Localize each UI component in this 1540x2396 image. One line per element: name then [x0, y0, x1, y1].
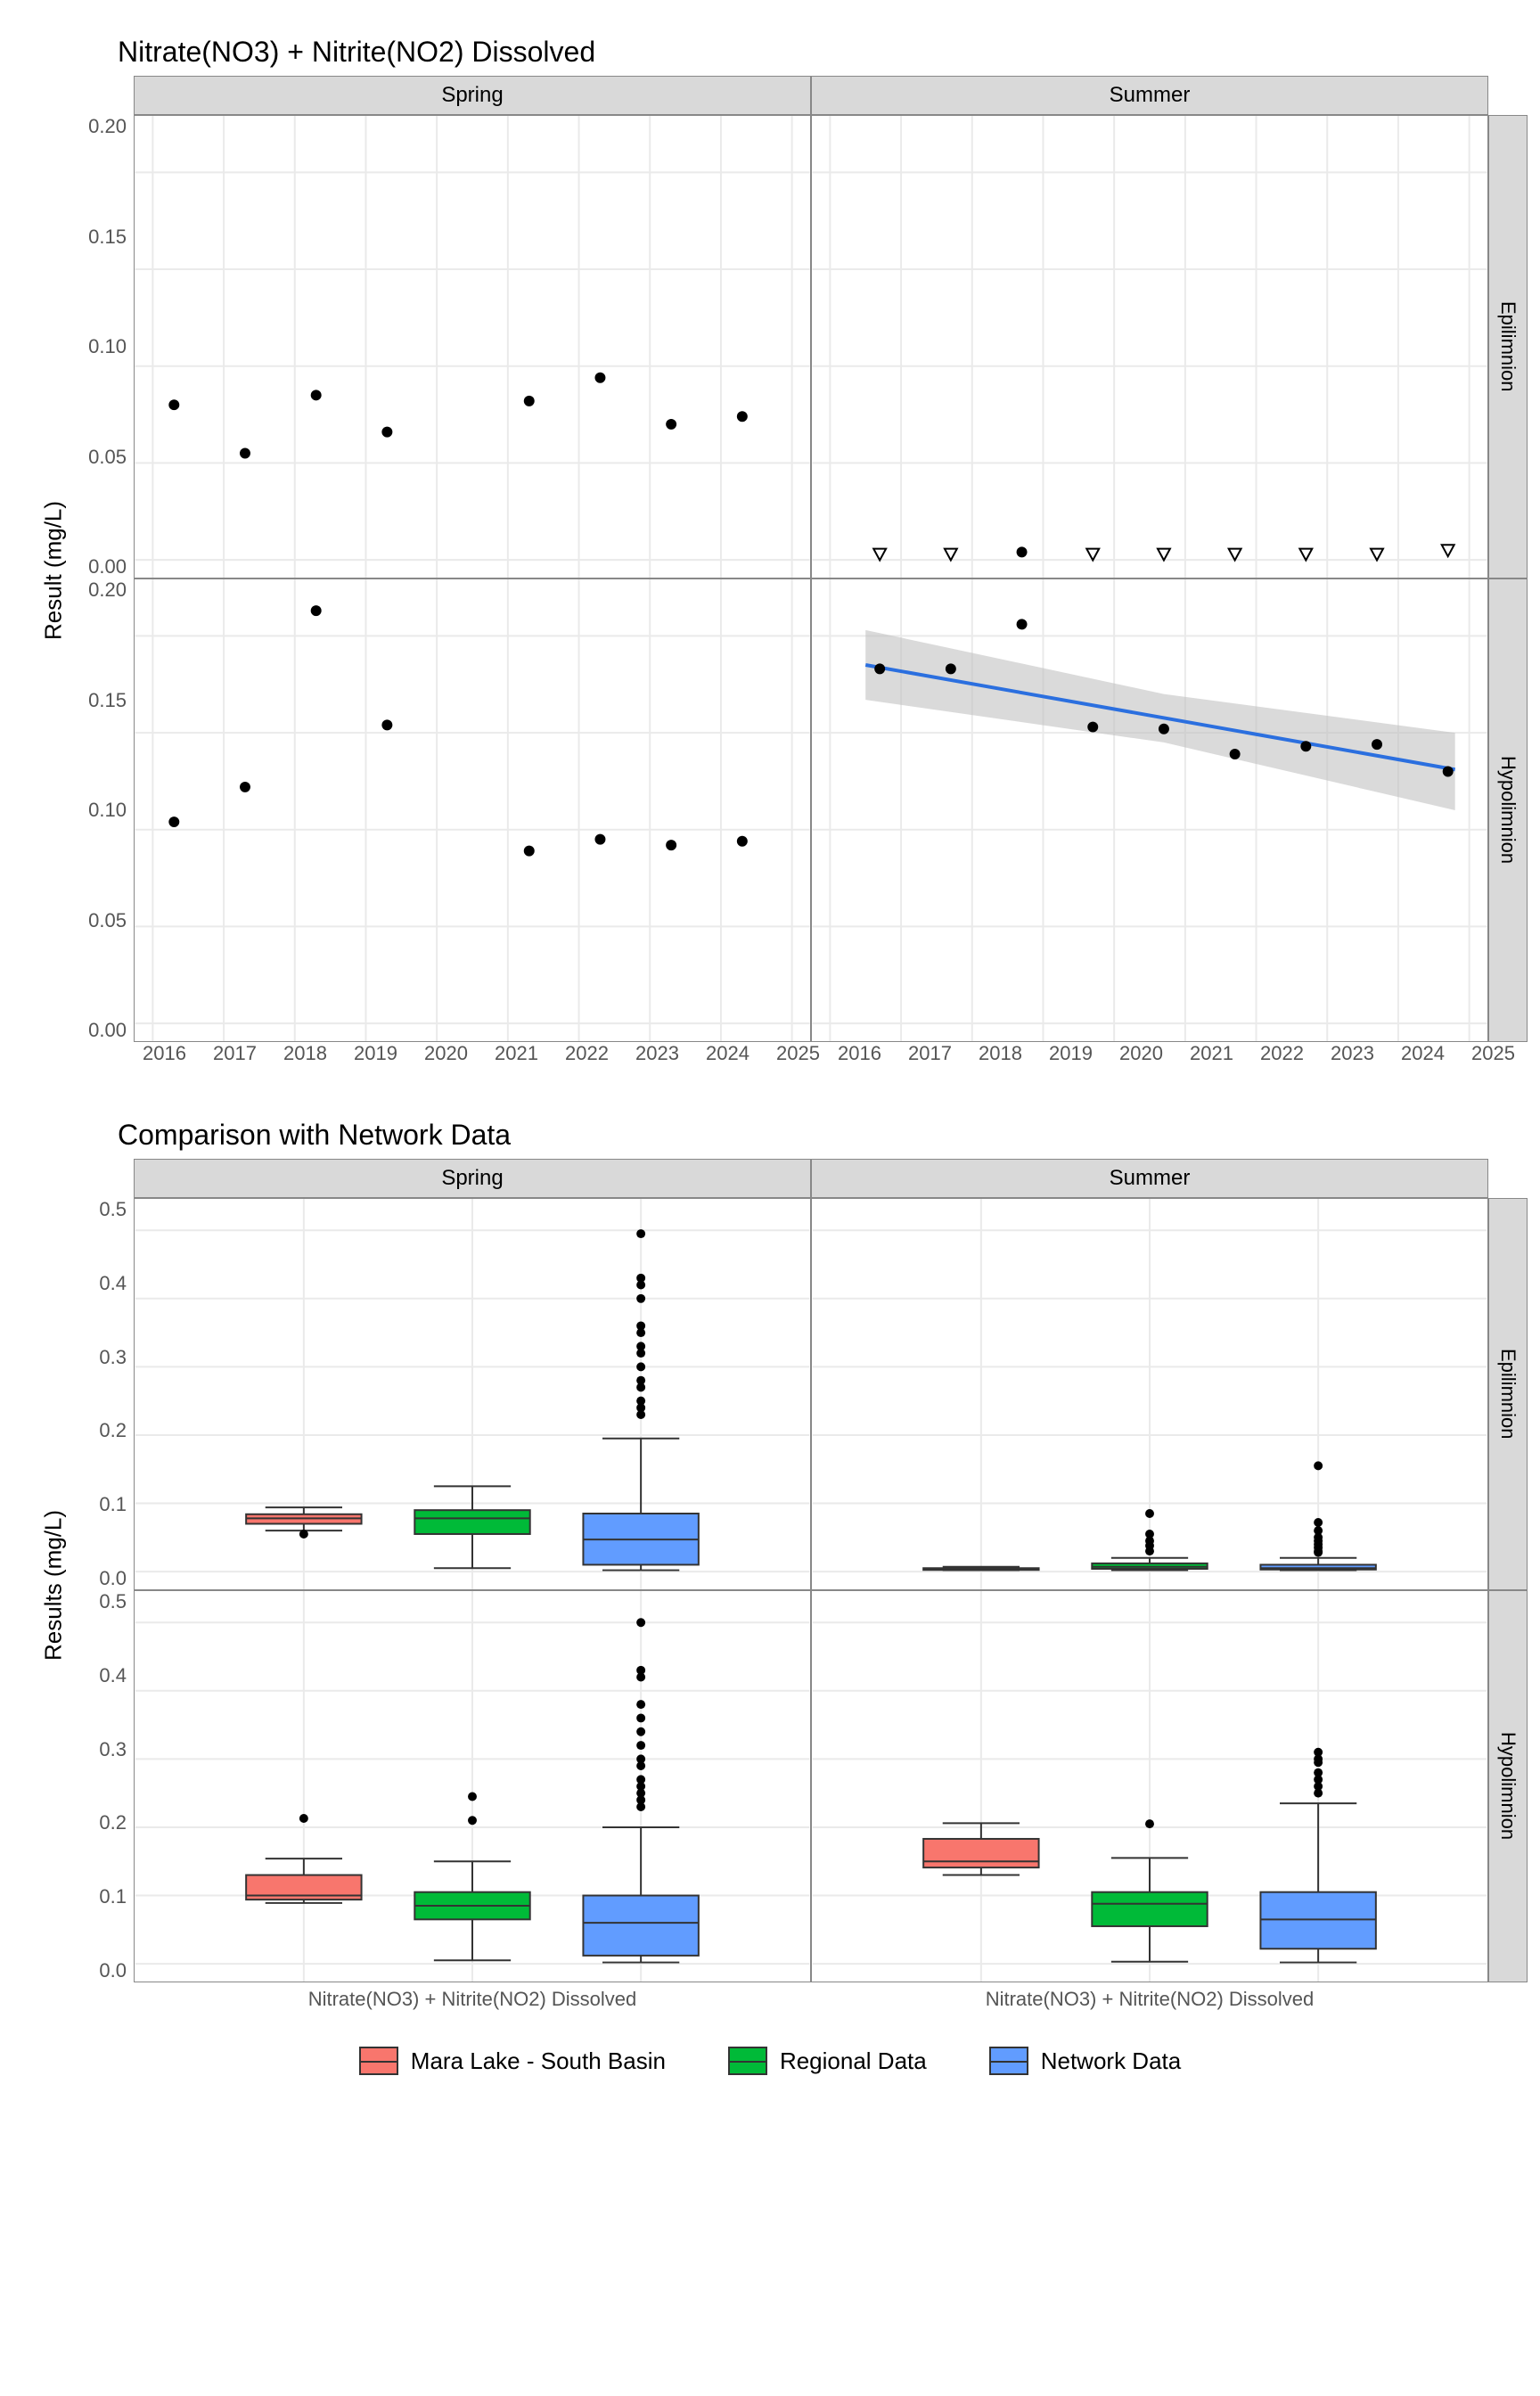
- legend-item-mara: Mara Lake - South Basin: [359, 2047, 666, 2075]
- x-ticks: 2016201720182019202020212022202320242025: [134, 1042, 829, 1065]
- legend-swatch-icon: [359, 2047, 398, 2075]
- legend-item-network: Network Data: [989, 2047, 1182, 2075]
- facet-row-hypo-b: Hypolimnion: [1488, 1590, 1528, 1982]
- bottom-chart-title: Comparison with Network Data: [118, 1119, 1504, 1152]
- y-ticks: 0.50.40.30.20.10.0: [71, 1198, 134, 1590]
- y-ticks: 0.200.150.100.050.00: [71, 115, 134, 578]
- boxpanel-spring-hypo: [134, 1590, 811, 1982]
- facet-col-summer: Summer: [811, 76, 1488, 115]
- y-ticks: 0.50.40.30.20.10.0: [71, 1590, 134, 1982]
- legend: Mara Lake - South Basin Regional Data Ne…: [36, 2047, 1504, 2075]
- legend-label: Network Data: [1041, 2047, 1182, 2075]
- x-category: Nitrate(NO3) + Nitrite(NO2) Dissolved: [811, 1982, 1488, 2011]
- panel-spring-hypo: [134, 578, 811, 1042]
- facet-row-epi: Epilimnion: [1488, 115, 1528, 578]
- facet-col-summer-b: Summer: [811, 1159, 1488, 1198]
- panel-summer-hypo: [811, 578, 1488, 1042]
- legend-item-regional: Regional Data: [728, 2047, 927, 2075]
- top-y-axis-label: Result (mg/L): [36, 76, 71, 1065]
- legend-label: Regional Data: [780, 2047, 927, 2075]
- panel-spring-epi: [134, 115, 811, 578]
- boxpanel-summer-hypo: [811, 1590, 1488, 1982]
- boxpanel-summer-epi: [811, 1198, 1488, 1590]
- panel-summer-epi: [811, 115, 1488, 578]
- facet-row-epi-b: Epilimnion: [1488, 1198, 1528, 1590]
- legend-label: Mara Lake - South Basin: [411, 2047, 666, 2075]
- x-category: Nitrate(NO3) + Nitrite(NO2) Dissolved: [134, 1982, 811, 2011]
- boxpanel-spring-epi: [134, 1198, 811, 1590]
- page: Nitrate(NO3) + Nitrite(NO2) Dissolved Re…: [0, 0, 1540, 2102]
- bottom-y-axis-label: Results (mg/L): [36, 1159, 71, 2011]
- facet-col-spring: Spring: [134, 76, 811, 115]
- legend-swatch-icon: [728, 2047, 767, 2075]
- facet-col-spring-b: Spring: [134, 1159, 811, 1198]
- facet-row-hypo: Hypolimnion: [1488, 578, 1528, 1042]
- x-ticks: 2016201720182019202020212022202320242025: [829, 1042, 1524, 1065]
- legend-swatch-icon: [989, 2047, 1028, 2075]
- y-ticks: 0.200.150.100.050.00: [71, 578, 134, 1042]
- top-chart-title: Nitrate(NO3) + Nitrite(NO2) Dissolved: [118, 36, 1504, 69]
